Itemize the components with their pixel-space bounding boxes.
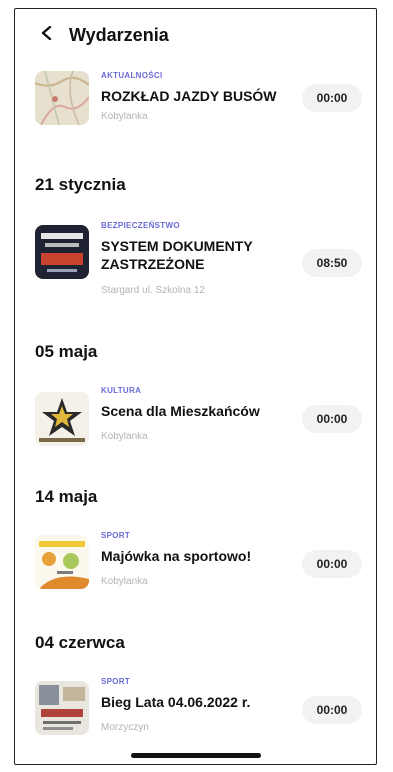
event-time: 00:00 xyxy=(302,696,362,724)
app-screen: Wydarzenia AKTUALNOŚCI ROZKŁAD JAZDY BUS… xyxy=(14,8,377,765)
event-thumbnail-poster xyxy=(35,681,89,735)
event-title: Majówka na sportowo! xyxy=(101,548,252,564)
event-category: AKTUALNOŚCI xyxy=(101,71,163,80)
event-time: 08:50 xyxy=(302,249,362,277)
date-header: 21 stycznia xyxy=(35,175,126,194)
date-header: 05 maja xyxy=(35,342,98,361)
event-item[interactable]: SPORT Bieg Lata 04.06.2022 r. Morzyczyn … xyxy=(15,677,376,747)
event-location: Kobylanka xyxy=(101,576,148,587)
event-title: ROZKŁAD JAZDY BUSÓW xyxy=(101,88,277,104)
page-title: Wydarzenia xyxy=(69,24,169,45)
event-time: 00:00 xyxy=(302,84,362,112)
event-location: Kobylanka xyxy=(101,431,148,442)
event-category: BEZPIECZEŃSTWO xyxy=(101,221,180,230)
event-time: 00:00 xyxy=(302,405,362,433)
event-item[interactable]: SPORT Majówka na sportowo! Kobylanka 00:… xyxy=(15,531,376,601)
top-bar: Wydarzenia xyxy=(15,9,376,61)
back-button[interactable] xyxy=(27,15,67,55)
event-category: SPORT xyxy=(101,677,131,686)
event-time: 00:00 xyxy=(302,550,362,578)
home-indicator[interactable] xyxy=(130,753,261,758)
event-thumbnail-map xyxy=(35,71,89,125)
chevron-left-icon xyxy=(40,25,54,45)
event-category: KULTURA xyxy=(101,386,142,395)
event-thumbnail-poster xyxy=(35,535,89,589)
event-location: Kobylanka xyxy=(101,111,148,122)
event-thumbnail-poster xyxy=(35,225,89,279)
event-title: SYSTEM DOKUMENTY ZASTRZEŻONE xyxy=(101,238,253,272)
event-item[interactable]: KULTURA Scena dla Mieszkańców Kobylanka … xyxy=(15,386,376,456)
event-category: SPORT xyxy=(101,531,131,540)
event-location: Morzyczyn xyxy=(101,722,149,733)
event-item[interactable]: AKTUALNOŚCI ROZKŁAD JAZDY BUSÓW Kobylank… xyxy=(15,71,376,141)
event-thumbnail-poster xyxy=(35,392,89,446)
date-header: 14 maja xyxy=(35,487,98,506)
event-location: Stargard ul. Szkolna 12 xyxy=(101,285,205,296)
event-title: Bieg Lata 04.06.2022 r. xyxy=(101,694,251,710)
event-item[interactable]: BEZPIECZEŃSTWO SYSTEM DOKUMENTY ZASTRZEŻ… xyxy=(15,221,376,296)
date-header: 04 czerwca xyxy=(35,633,125,652)
event-title: Scena dla Mieszkańców xyxy=(101,403,260,419)
